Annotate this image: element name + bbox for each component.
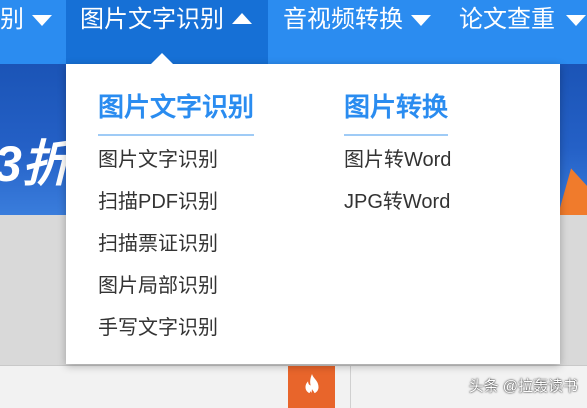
dropdown-menu: 图片文字识别 图片文字识别 扫描PDF识别 扫描票证识别 图片局部识别 手写文字…	[66, 64, 560, 364]
nav-item-label: 图片文字识别	[80, 6, 224, 33]
chevron-down-icon	[411, 15, 431, 26]
nav-item-label: 音视频转换	[283, 6, 403, 33]
bottom-strip: 头条 @拉轰读书	[0, 365, 587, 408]
chevron-down-icon	[566, 15, 586, 26]
chevron-down-icon	[32, 15, 52, 26]
menu-column-image-convert: 图片转换 图片转Word JPG转Word	[344, 92, 451, 223]
nav-item-plagiarism-check[interactable]: 论文查重	[444, 0, 587, 64]
menu-item-scan-pdf-ocr[interactable]: 扫描PDF识别	[98, 181, 254, 223]
menu-list: 图片文字识别 扫描PDF识别 扫描票证识别 图片局部识别 手写文字识别	[98, 139, 254, 349]
menu-item-scan-receipt-ocr[interactable]: 扫描票证识别	[98, 223, 254, 265]
menu-item-jpg-to-word[interactable]: JPG转Word	[344, 181, 451, 223]
menu-item-image-partial-ocr[interactable]: 图片局部识别	[98, 265, 254, 307]
dropdown-caret	[151, 53, 173, 64]
menu-column-heading: 图片文字识别	[98, 92, 255, 136]
ribbon-decoration	[558, 168, 587, 215]
menu-item-image-text-ocr[interactable]: 图片文字识别	[98, 139, 254, 181]
flame-icon	[305, 374, 318, 397]
menu-item-image-to-word[interactable]: 图片转Word	[344, 139, 451, 181]
nav-item-partial[interactable]: 别	[0, 0, 66, 64]
watermark-text: 头条 @拉轰读书	[468, 378, 578, 395]
menu-item-handwriting-ocr[interactable]: 手写文字识别	[98, 307, 254, 349]
menu-list: 图片转Word JPG转Word	[344, 139, 451, 223]
promo-text: 3折	[0, 136, 72, 192]
hot-button[interactable]	[288, 366, 335, 408]
nav-item-label: 别	[0, 6, 24, 33]
chevron-up-icon	[232, 13, 252, 24]
nav-item-label: 论文查重	[459, 6, 555, 33]
divider	[350, 366, 351, 408]
nav-item-av-convert[interactable]: 音视频转换	[268, 0, 444, 64]
top-nav: 别 图片文字识别 音视频转换 论文查重	[0, 0, 587, 64]
menu-column-image-ocr: 图片文字识别 图片文字识别 扫描PDF识别 扫描票证识别 图片局部识别 手写文字…	[98, 92, 255, 349]
menu-column-heading: 图片转换	[344, 92, 449, 136]
